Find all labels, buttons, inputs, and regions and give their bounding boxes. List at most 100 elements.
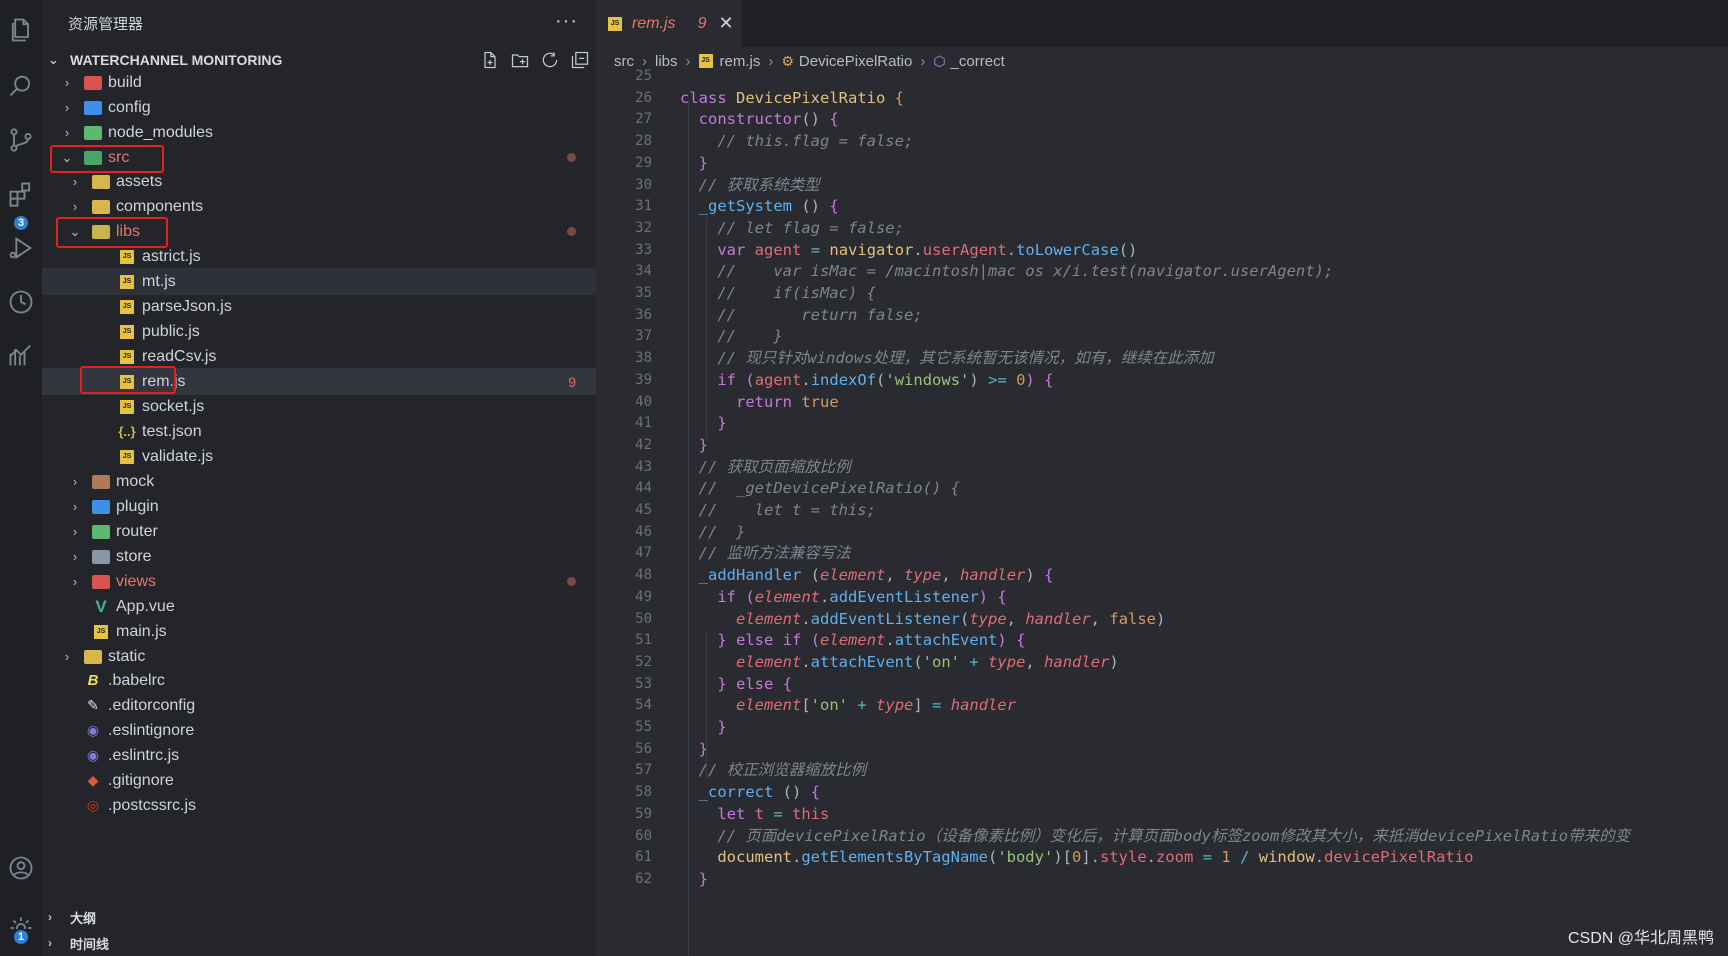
tree-item-dot-editorconfig[interactable]: ✎ .editorconfig bbox=[42, 692, 596, 719]
more-actions-button[interactable]: ··· bbox=[555, 10, 578, 33]
refresh-icon[interactable] bbox=[540, 50, 560, 70]
line-number: 34 bbox=[635, 263, 652, 280]
code-line[interactable]: _correct () { bbox=[680, 780, 820, 804]
code-line[interactable]: // let flag = false; bbox=[680, 216, 904, 240]
collapse-all-icon[interactable] bbox=[570, 50, 590, 70]
code-line[interactable]: } else if (element.attachEvent) { bbox=[680, 628, 1025, 652]
account-icon[interactable] bbox=[0, 846, 42, 890]
stats-icon[interactable] bbox=[0, 334, 42, 378]
code-line[interactable]: _getSystem () { bbox=[680, 194, 839, 218]
tree-item-mock[interactable]: › mock bbox=[42, 468, 596, 495]
js-file-icon: JS bbox=[118, 349, 136, 365]
chevron-down-icon: ⌄ bbox=[48, 52, 59, 67]
code-line[interactable]: var agent = navigator.userAgent.toLowerC… bbox=[680, 238, 1137, 262]
code-line[interactable]: element['on' + type] = handler bbox=[680, 693, 1016, 717]
code-line[interactable]: // return false; bbox=[680, 303, 922, 327]
class-symbol-icon: ⚙ bbox=[781, 52, 794, 69]
search-icon[interactable] bbox=[0, 64, 42, 108]
line-number: 32 bbox=[635, 219, 652, 236]
tree-item-config[interactable]: › config bbox=[42, 94, 596, 121]
breadcrumb-item-libs[interactable]: libs bbox=[655, 53, 678, 70]
outline-section[interactable]: › 大纲 bbox=[42, 904, 596, 930]
tree-item-dot-postcssrc-js[interactable]: ◎ .postcssrc.js bbox=[42, 792, 596, 819]
code-line[interactable]: // var isMac = /macintosh|mac os x/i.tes… bbox=[680, 259, 1333, 283]
breadcrumb-item-method[interactable]: _correct bbox=[951, 53, 1005, 70]
code-line[interactable]: let t = this bbox=[680, 802, 829, 826]
run-debug-icon[interactable] bbox=[0, 226, 42, 270]
tree-item-store[interactable]: › store bbox=[42, 543, 596, 570]
timeline-icon[interactable] bbox=[0, 280, 42, 324]
tree-item-test-json[interactable]: {..} test.json bbox=[42, 418, 596, 445]
tab-rem-js[interactable]: JS rem.js 9 ✕ bbox=[596, 0, 742, 47]
code-line[interactable]: // _getDevicePixelRatio() { bbox=[680, 476, 960, 500]
tree-item-dot-eslintignore[interactable]: ◉ .eslintignore bbox=[42, 717, 596, 744]
code-line[interactable]: // this.flag = false; bbox=[680, 129, 913, 153]
tree-item-label: views bbox=[116, 572, 157, 590]
tree-item-dot-babelrc[interactable]: B .babelrc bbox=[42, 667, 596, 694]
source-control-icon[interactable] bbox=[0, 118, 42, 162]
tree-item-label: .editorconfig bbox=[108, 696, 196, 714]
code-line[interactable]: // 校正浏览器缩放比例 bbox=[680, 758, 867, 782]
breadcrumb-item-class[interactable]: DevicePixelRatio bbox=[799, 53, 912, 70]
folder-icon bbox=[92, 574, 110, 590]
code-line[interactable]: constructor() { bbox=[680, 107, 839, 131]
tree-item-views[interactable]: › views bbox=[42, 568, 596, 595]
extensions-icon[interactable] bbox=[0, 172, 42, 216]
code-line[interactable]: // let t = this; bbox=[680, 498, 876, 522]
breadcrumb-item-file[interactable]: rem.js bbox=[720, 53, 761, 70]
explorer-icon[interactable] bbox=[0, 8, 42, 52]
code-line[interactable]: } bbox=[680, 411, 726, 435]
code-line[interactable]: // 现只针对windows处理，其它系统暂无该情况，如有，继续在此添加 bbox=[680, 346, 1213, 370]
code-line[interactable]: } bbox=[680, 715, 726, 739]
code-line[interactable]: // 获取系统类型 bbox=[680, 173, 820, 197]
tree-item-public-js[interactable]: JS public.js bbox=[42, 318, 596, 345]
tree-item-static[interactable]: › static bbox=[42, 643, 596, 670]
tree-item-label: assets bbox=[116, 172, 163, 190]
new-folder-icon[interactable] bbox=[510, 50, 530, 70]
code-line[interactable]: element.attachEvent('on' + type, handler… bbox=[680, 650, 1119, 674]
tree-item-app-vue[interactable]: V App.vue bbox=[42, 593, 596, 620]
tree-item-main-js[interactable]: JS main.js bbox=[42, 618, 596, 645]
line-number: 44 bbox=[635, 480, 652, 497]
code-line[interactable]: } bbox=[680, 867, 708, 891]
code-line[interactable]: } else { bbox=[680, 672, 792, 696]
code-line[interactable]: } bbox=[680, 433, 708, 457]
line-number: 49 bbox=[635, 588, 652, 605]
tree-item-router[interactable]: › router bbox=[42, 518, 596, 545]
line-number: 59 bbox=[635, 805, 652, 822]
close-icon[interactable]: ✕ bbox=[718, 13, 733, 34]
code-line[interactable]: if (agent.indexOf('windows') >= 0) { bbox=[680, 368, 1053, 392]
outline-label: 大纲 bbox=[70, 910, 97, 926]
tree-item-mt-js[interactable]: JS mt.js bbox=[42, 268, 596, 295]
code-line[interactable]: } bbox=[680, 737, 708, 761]
code-line[interactable]: // 获取页面缩放比例 bbox=[680, 455, 851, 479]
code-line[interactable]: // } bbox=[680, 324, 782, 348]
code-line[interactable]: // 页面devicePixelRatio（设备像素比例）变化后，计算页面bod… bbox=[680, 824, 1630, 848]
code-line[interactable]: _addHandler (element, type, handler) { bbox=[680, 563, 1054, 587]
code-line[interactable]: // if(isMac) { bbox=[680, 281, 876, 305]
code-line[interactable]: class DevicePixelRatio { bbox=[680, 86, 904, 110]
code-line[interactable]: // 监听方法兼容写法 bbox=[680, 541, 851, 565]
tree-item-label: mt.js bbox=[142, 272, 176, 290]
breadcrumb-item-src[interactable]: src bbox=[614, 53, 634, 70]
tree-item-validate-js[interactable]: JS validate.js bbox=[42, 443, 596, 470]
code-line[interactable]: document.getElementsByTagName('body')[0]… bbox=[680, 845, 1473, 869]
tree-item-label: router bbox=[116, 522, 158, 540]
code-line[interactable]: if (element.addEventListener) { bbox=[680, 585, 1006, 609]
tree-item-dot-eslintrc-js[interactable]: ◉ .eslintrc.js bbox=[42, 742, 596, 769]
new-file-icon[interactable] bbox=[480, 50, 500, 70]
code-line[interactable]: element.addEventListener(type, handler, … bbox=[680, 607, 1165, 631]
code-line[interactable]: // } bbox=[680, 520, 746, 544]
tree-item-dot-gitignore[interactable]: ◆ .gitignore bbox=[42, 767, 596, 794]
tree-item-components[interactable]: › components bbox=[42, 193, 596, 220]
tree-item-node_modules[interactable]: › node_modules bbox=[42, 119, 596, 146]
tree-item-plugin[interactable]: › plugin bbox=[42, 493, 596, 520]
code-line[interactable]: return true bbox=[680, 390, 839, 414]
tree-item-socket-js[interactable]: JS socket.js bbox=[42, 393, 596, 420]
timeline-section[interactable]: › 时间线 bbox=[42, 930, 596, 956]
tree-item-parsejson-js[interactable]: JS parseJson.js bbox=[42, 293, 596, 320]
js-file-icon: JS bbox=[92, 624, 110, 640]
code-line[interactable]: } bbox=[680, 151, 708, 175]
tree-item-build[interactable]: › build bbox=[42, 69, 596, 96]
folder-icon bbox=[84, 100, 102, 116]
